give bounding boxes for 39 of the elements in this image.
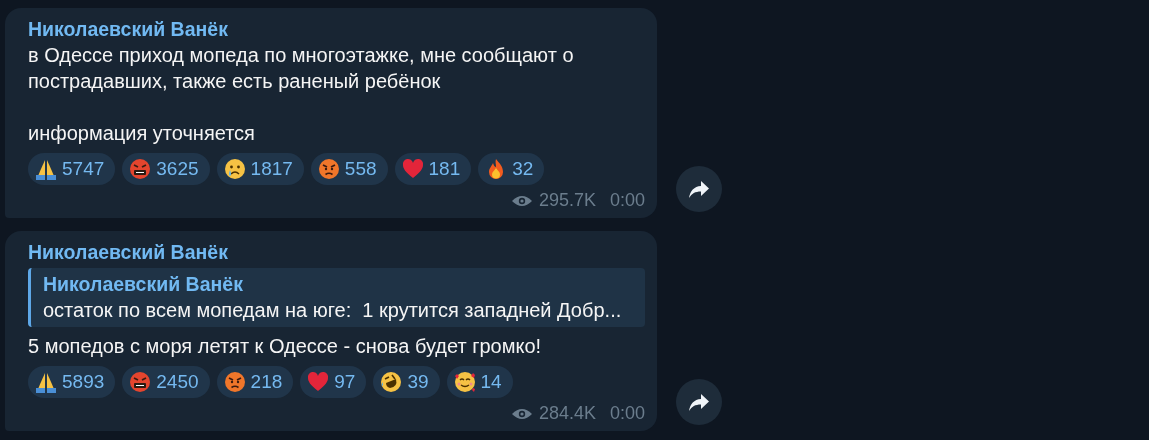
reaction-button[interactable]: 1817 — [216, 153, 304, 185]
message-time: 0:00 — [609, 189, 645, 212]
reaction-button[interactable]: 218 — [216, 366, 294, 398]
reaction-button[interactable]: 39 — [373, 366, 440, 398]
quoted-author: Николаевский Ванёк — [43, 272, 244, 297]
reaction-button[interactable]: 558 — [310, 153, 388, 185]
share-button[interactable] — [676, 379, 722, 425]
share-icon — [689, 180, 709, 198]
share-icon — [689, 393, 709, 411]
reaction-button[interactable]: 181 — [394, 153, 472, 185]
eye-icon — [510, 406, 533, 421]
message-text: в Одессе приход мопеда по многоэтажке, мне сообщают о пострадавших, также есть раненый ребёнок — [28, 43, 575, 94]
heart-icon — [306, 370, 331, 394]
reaction-button[interactable]: 5747 — [28, 153, 116, 185]
view-count: 295.7K — [538, 189, 596, 212]
author-name[interactable]: Николаевский Ванёк — [28, 239, 645, 265]
laughing-face-icon — [379, 370, 404, 394]
cursing-face-icon — [128, 157, 153, 181]
message-time: 0:00 — [609, 402, 645, 425]
reaction-button[interactable]: 32 — [478, 153, 545, 185]
message-text: информация уточняется — [28, 121, 256, 146]
author-name[interactable]: Николаевский Ванёк — [28, 16, 645, 42]
eye-icon — [510, 193, 533, 208]
view-count: 284.4K — [538, 402, 596, 425]
message-text: 5 мопедов с моря летят к Одессе - снова будет громко! — [28, 334, 543, 359]
cursing-face-icon — [128, 370, 153, 394]
reaction-button[interactable]: 14 — [446, 366, 513, 398]
angry-face-icon — [316, 157, 341, 181]
heart-icon — [400, 157, 425, 181]
reaction-button[interactable]: 97 — [300, 366, 367, 398]
reaction-button[interactable]: 3625 — [122, 153, 210, 185]
quoted-message[interactable]: Николаевский Ванёк остаток по всем мопедам на юге: 1 крутится западней Добр... — [28, 268, 645, 327]
crying-face-icon — [222, 157, 247, 181]
share-button[interactable] — [676, 166, 722, 212]
quoted-text: остаток по всем мопедам на юге: 1 крутится западней Добр... — [43, 298, 623, 323]
smiling-face-with-hearts-icon — [452, 370, 477, 394]
angry-face-icon — [222, 370, 247, 394]
reaction-button[interactable]: 2450 — [122, 366, 210, 398]
reaction-button[interactable]: 5893 — [28, 366, 116, 398]
